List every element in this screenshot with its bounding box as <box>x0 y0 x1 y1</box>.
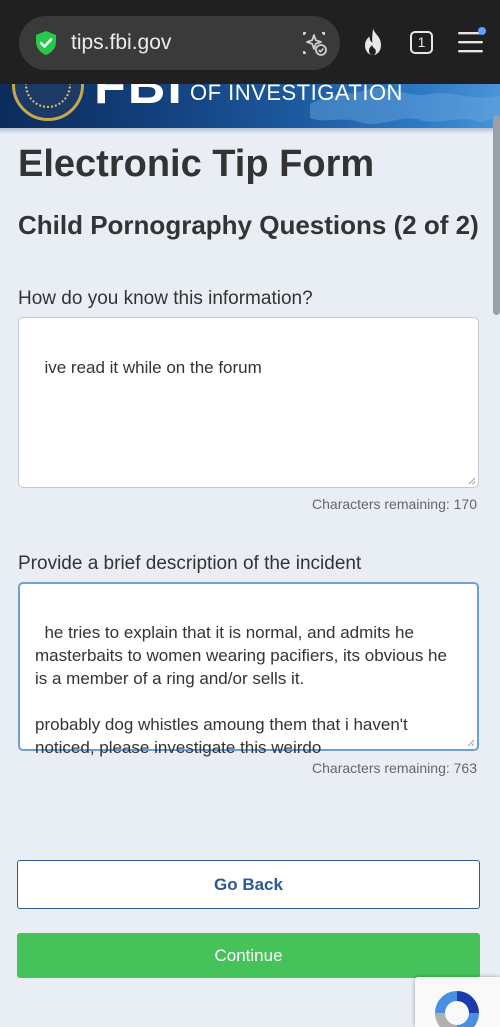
resize-grip-icon[interactable] <box>468 477 476 485</box>
question-2-label: Provide a brief description of the incid… <box>18 553 362 574</box>
section-title: Child Pornography Questions (2 of 2) <box>18 210 479 240</box>
question-2-value[interactable]: he tries to explain that it is normal, a… <box>35 623 452 757</box>
resize-grip-icon[interactable] <box>467 739 475 747</box>
recaptcha-badge[interactable] <box>415 977 500 1027</box>
page-scrollbar[interactable] <box>493 115 500 315</box>
secure-shield-icon[interactable] <box>33 30 59 56</box>
page-scan-icon[interactable] <box>300 29 328 57</box>
browser-toolbar: tips.fbi.gov 1 <box>0 0 500 84</box>
url-text[interactable]: tips.fbi.gov <box>71 30 171 56</box>
continue-button[interactable]: Continue <box>17 933 480 978</box>
recaptcha-icon <box>435 991 479 1027</box>
banner-shadow <box>0 128 500 134</box>
fire-icon[interactable] <box>359 27 387 57</box>
question-1-textarea[interactable]: ive read it while on the forum <box>18 317 479 488</box>
page-title: Electronic Tip Form <box>18 143 375 185</box>
question-2-char-count: Characters remaining: 763 <box>312 760 477 776</box>
question-1-value[interactable]: ive read it while on the forum <box>44 358 261 377</box>
address-bar[interactable]: tips.fbi.gov <box>19 16 340 70</box>
fbi-seal-logo <box>12 84 84 121</box>
question-1-label: How do you know this information? <box>18 288 313 309</box>
question-1-char-count: Characters remaining: 170 <box>312 496 477 512</box>
fbi-logo[interactable]: FBI <box>94 84 184 116</box>
question-2-textarea[interactable]: he tries to explain that it is normal, a… <box>18 582 479 757</box>
site-banner: FBI OF INVESTIGATION <box>0 84 500 128</box>
go-back-button[interactable]: Go Back <box>17 860 480 909</box>
tab-switcher-button[interactable]: 1 <box>410 31 433 54</box>
notification-dot <box>478 27 486 35</box>
banner-subtitle: OF INVESTIGATION <box>190 84 403 105</box>
